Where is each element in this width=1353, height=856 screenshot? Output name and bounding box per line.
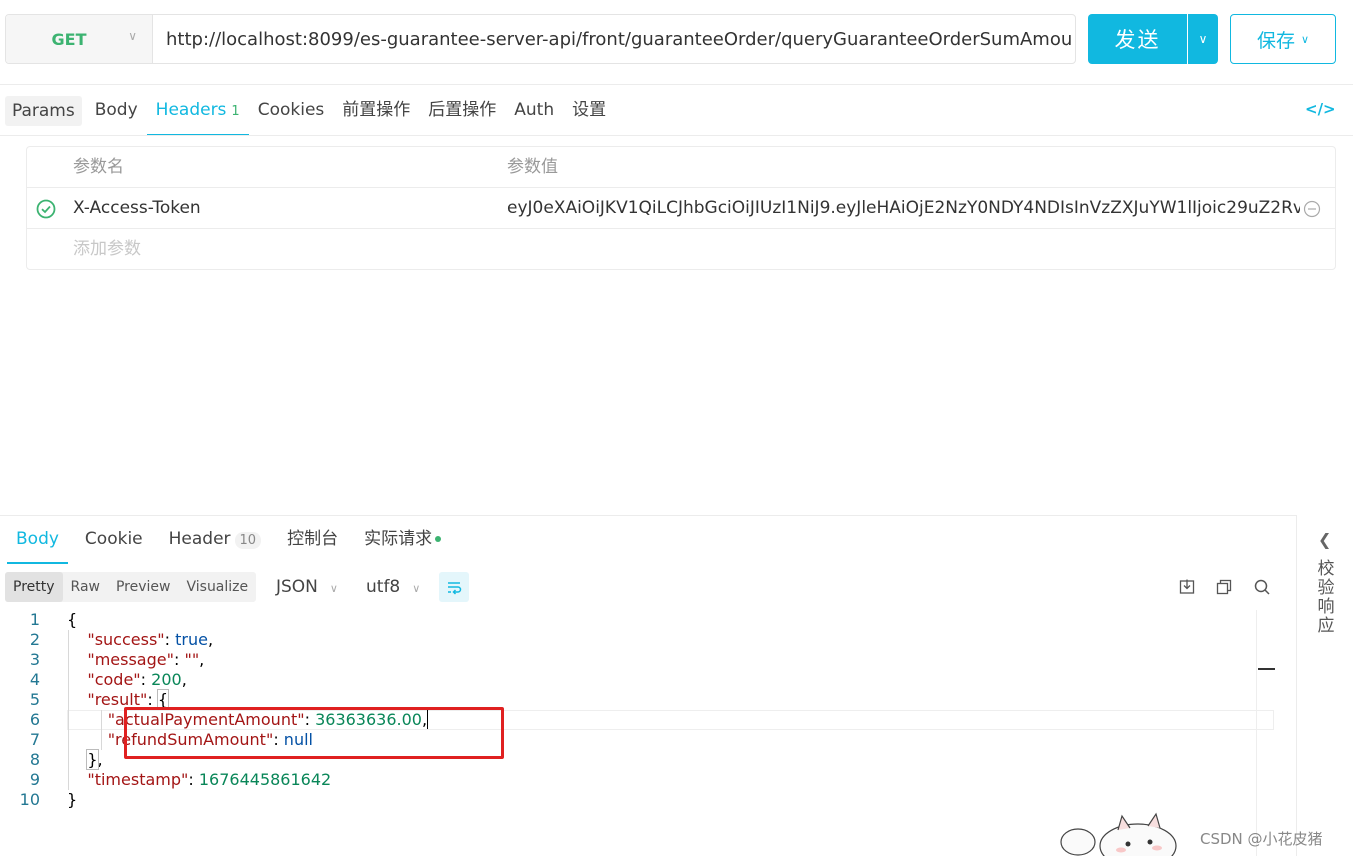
- headers-count-badge: 1: [231, 104, 240, 119]
- watermark-text: CSDN @小花皮猪: [1200, 830, 1323, 848]
- tab-console[interactable]: 控制台: [278, 522, 347, 564]
- copy-icon[interactable]: [1215, 578, 1233, 596]
- json-value: 1676445861642: [198, 770, 332, 789]
- scrollbar-marker: [1258, 668, 1275, 670]
- tab-headers-label: Headers: [155, 100, 227, 120]
- divider: [0, 515, 1297, 516]
- word-wrap-button[interactable]: [439, 572, 469, 602]
- save-label: 保存: [1256, 29, 1295, 52]
- code-line: "timestamp": 1676445861642: [87, 770, 332, 789]
- method-select[interactable]: GET ∨: [6, 15, 153, 63]
- json-value: true: [175, 630, 208, 649]
- line-number: 4: [29, 670, 40, 689]
- line-number: 2: [29, 630, 40, 649]
- search-icon[interactable]: [1253, 578, 1271, 596]
- view-raw[interactable]: Raw: [63, 572, 108, 602]
- json-value: "": [184, 650, 200, 669]
- save-button[interactable]: 保存 ∨: [1230, 14, 1336, 64]
- json-key: "success": [87, 630, 165, 649]
- table-header-row: 参数名 参数值: [27, 147, 1335, 188]
- tab-settings[interactable]: 设置: [563, 96, 615, 136]
- chevron-down-icon: ∨: [412, 582, 421, 595]
- tab-auth[interactable]: Auth: [505, 96, 563, 136]
- chevron-down-icon: ∨: [329, 582, 338, 595]
- code-line: "success": true,: [87, 630, 214, 649]
- request-tabs: Params Body Headers 1 Cookies 前置操作 后置操作 A…: [5, 96, 615, 136]
- chevron-down-icon: ∨: [128, 29, 137, 43]
- tab-params[interactable]: Params: [5, 96, 82, 126]
- header-value-input[interactable]: eyJ0eXAiOiJKV1QiLCJhbGciOiJIUzI1NiJ9.eyJ…: [507, 188, 1300, 229]
- encoding-select[interactable]: utf8 ∨: [366, 572, 420, 602]
- chevron-down-icon: ∨: [1198, 32, 1208, 46]
- divider: [0, 135, 1353, 136]
- mascot-image: [1060, 812, 1177, 856]
- view-mode-switcher: Pretty Raw Preview Visualize: [5, 572, 257, 602]
- method-label: GET: [51, 29, 87, 49]
- divider: [1296, 515, 1297, 856]
- annotation-highlight-box: [124, 707, 504, 759]
- header-count-badge: 10: [234, 532, 262, 549]
- json-value: 200: [151, 670, 182, 689]
- url-input[interactable]: http://localhost:8099/es-guarantee-serve…: [153, 15, 1075, 63]
- chevron-left-icon[interactable]: ❮: [1318, 530, 1331, 549]
- status-dot: [435, 536, 442, 542]
- line-number: 3: [29, 650, 40, 669]
- line-number: 1: [29, 610, 40, 629]
- tab-pre-operations[interactable]: 前置操作: [333, 96, 419, 136]
- code-line: "message": "",: [87, 650, 205, 669]
- check-circle-icon[interactable]: [36, 199, 56, 219]
- table-row-add: 添加参数: [27, 229, 1335, 270]
- line-number: 8: [29, 750, 40, 769]
- table-row: X-Access-Token eyJ0eXAiOiJKV1QiLCJhbGciO…: [27, 188, 1335, 229]
- json-key: "code": [87, 670, 141, 689]
- code-line: },: [86, 749, 103, 770]
- tab-response-header-label: Header: [168, 529, 231, 549]
- line-number: 7: [29, 730, 40, 749]
- view-preview[interactable]: Preview: [108, 572, 179, 602]
- tab-response-header[interactable]: Header 10: [160, 522, 270, 564]
- line-number: 10: [19, 790, 40, 809]
- json-key: "timestamp": [87, 770, 189, 789]
- format-select[interactable]: JSON ∨: [276, 572, 338, 602]
- tab-cookies[interactable]: Cookies: [249, 96, 334, 136]
- encoding-label: utf8: [366, 577, 401, 597]
- line-number: 6: [29, 710, 40, 729]
- headers-table: 参数名 参数值 X-Access-Token eyJ0eXAiOiJKV1QiL…: [26, 146, 1336, 270]
- header-name-input[interactable]: X-Access-Token: [73, 188, 493, 229]
- code-line: "code": 200,: [87, 670, 187, 689]
- request-bar: GET ∨ http://localhost:8099/es-guarantee…: [5, 14, 1076, 64]
- tab-post-operations[interactable]: 后置操作: [419, 96, 505, 136]
- validate-response-tab[interactable]: 校验响应: [1316, 560, 1336, 636]
- send-dropdown-button[interactable]: ∨: [1188, 14, 1218, 64]
- tab-actual-request[interactable]: 实际请求: [355, 522, 450, 564]
- download-icon[interactable]: [1178, 578, 1196, 596]
- format-label: JSON: [276, 577, 318, 597]
- line-number: 5: [29, 690, 40, 709]
- chevron-down-icon: ∨: [1300, 32, 1310, 46]
- view-visualize[interactable]: Visualize: [178, 572, 256, 602]
- divider: [0, 84, 1353, 85]
- wrap-icon: [448, 582, 462, 595]
- send-button[interactable]: 发送: [1088, 14, 1187, 64]
- response-tabs: Body Cookie Header 10 控制台 实际请求: [7, 522, 458, 564]
- code-line: }: [67, 790, 78, 809]
- view-pretty[interactable]: Pretty: [5, 572, 63, 602]
- scrollbar[interactable]: [1256, 610, 1277, 856]
- column-header-name: 参数名: [73, 157, 124, 177]
- tab-actual-request-label: 实际请求: [364, 529, 433, 549]
- tab-headers[interactable]: Headers 1: [146, 96, 249, 136]
- line-number: 9: [29, 770, 40, 789]
- code-icon[interactable]: </>: [1305, 100, 1336, 118]
- code-line: {: [67, 610, 78, 629]
- column-header-value: 参数值: [507, 157, 558, 177]
- json-key: "message": [87, 650, 174, 669]
- tab-body[interactable]: Body: [86, 96, 147, 136]
- tab-response-body[interactable]: Body: [7, 522, 68, 564]
- add-param-input[interactable]: 添加参数: [73, 229, 493, 270]
- tab-response-cookie[interactable]: Cookie: [76, 522, 152, 564]
- remove-circle-icon[interactable]: [1303, 200, 1321, 218]
